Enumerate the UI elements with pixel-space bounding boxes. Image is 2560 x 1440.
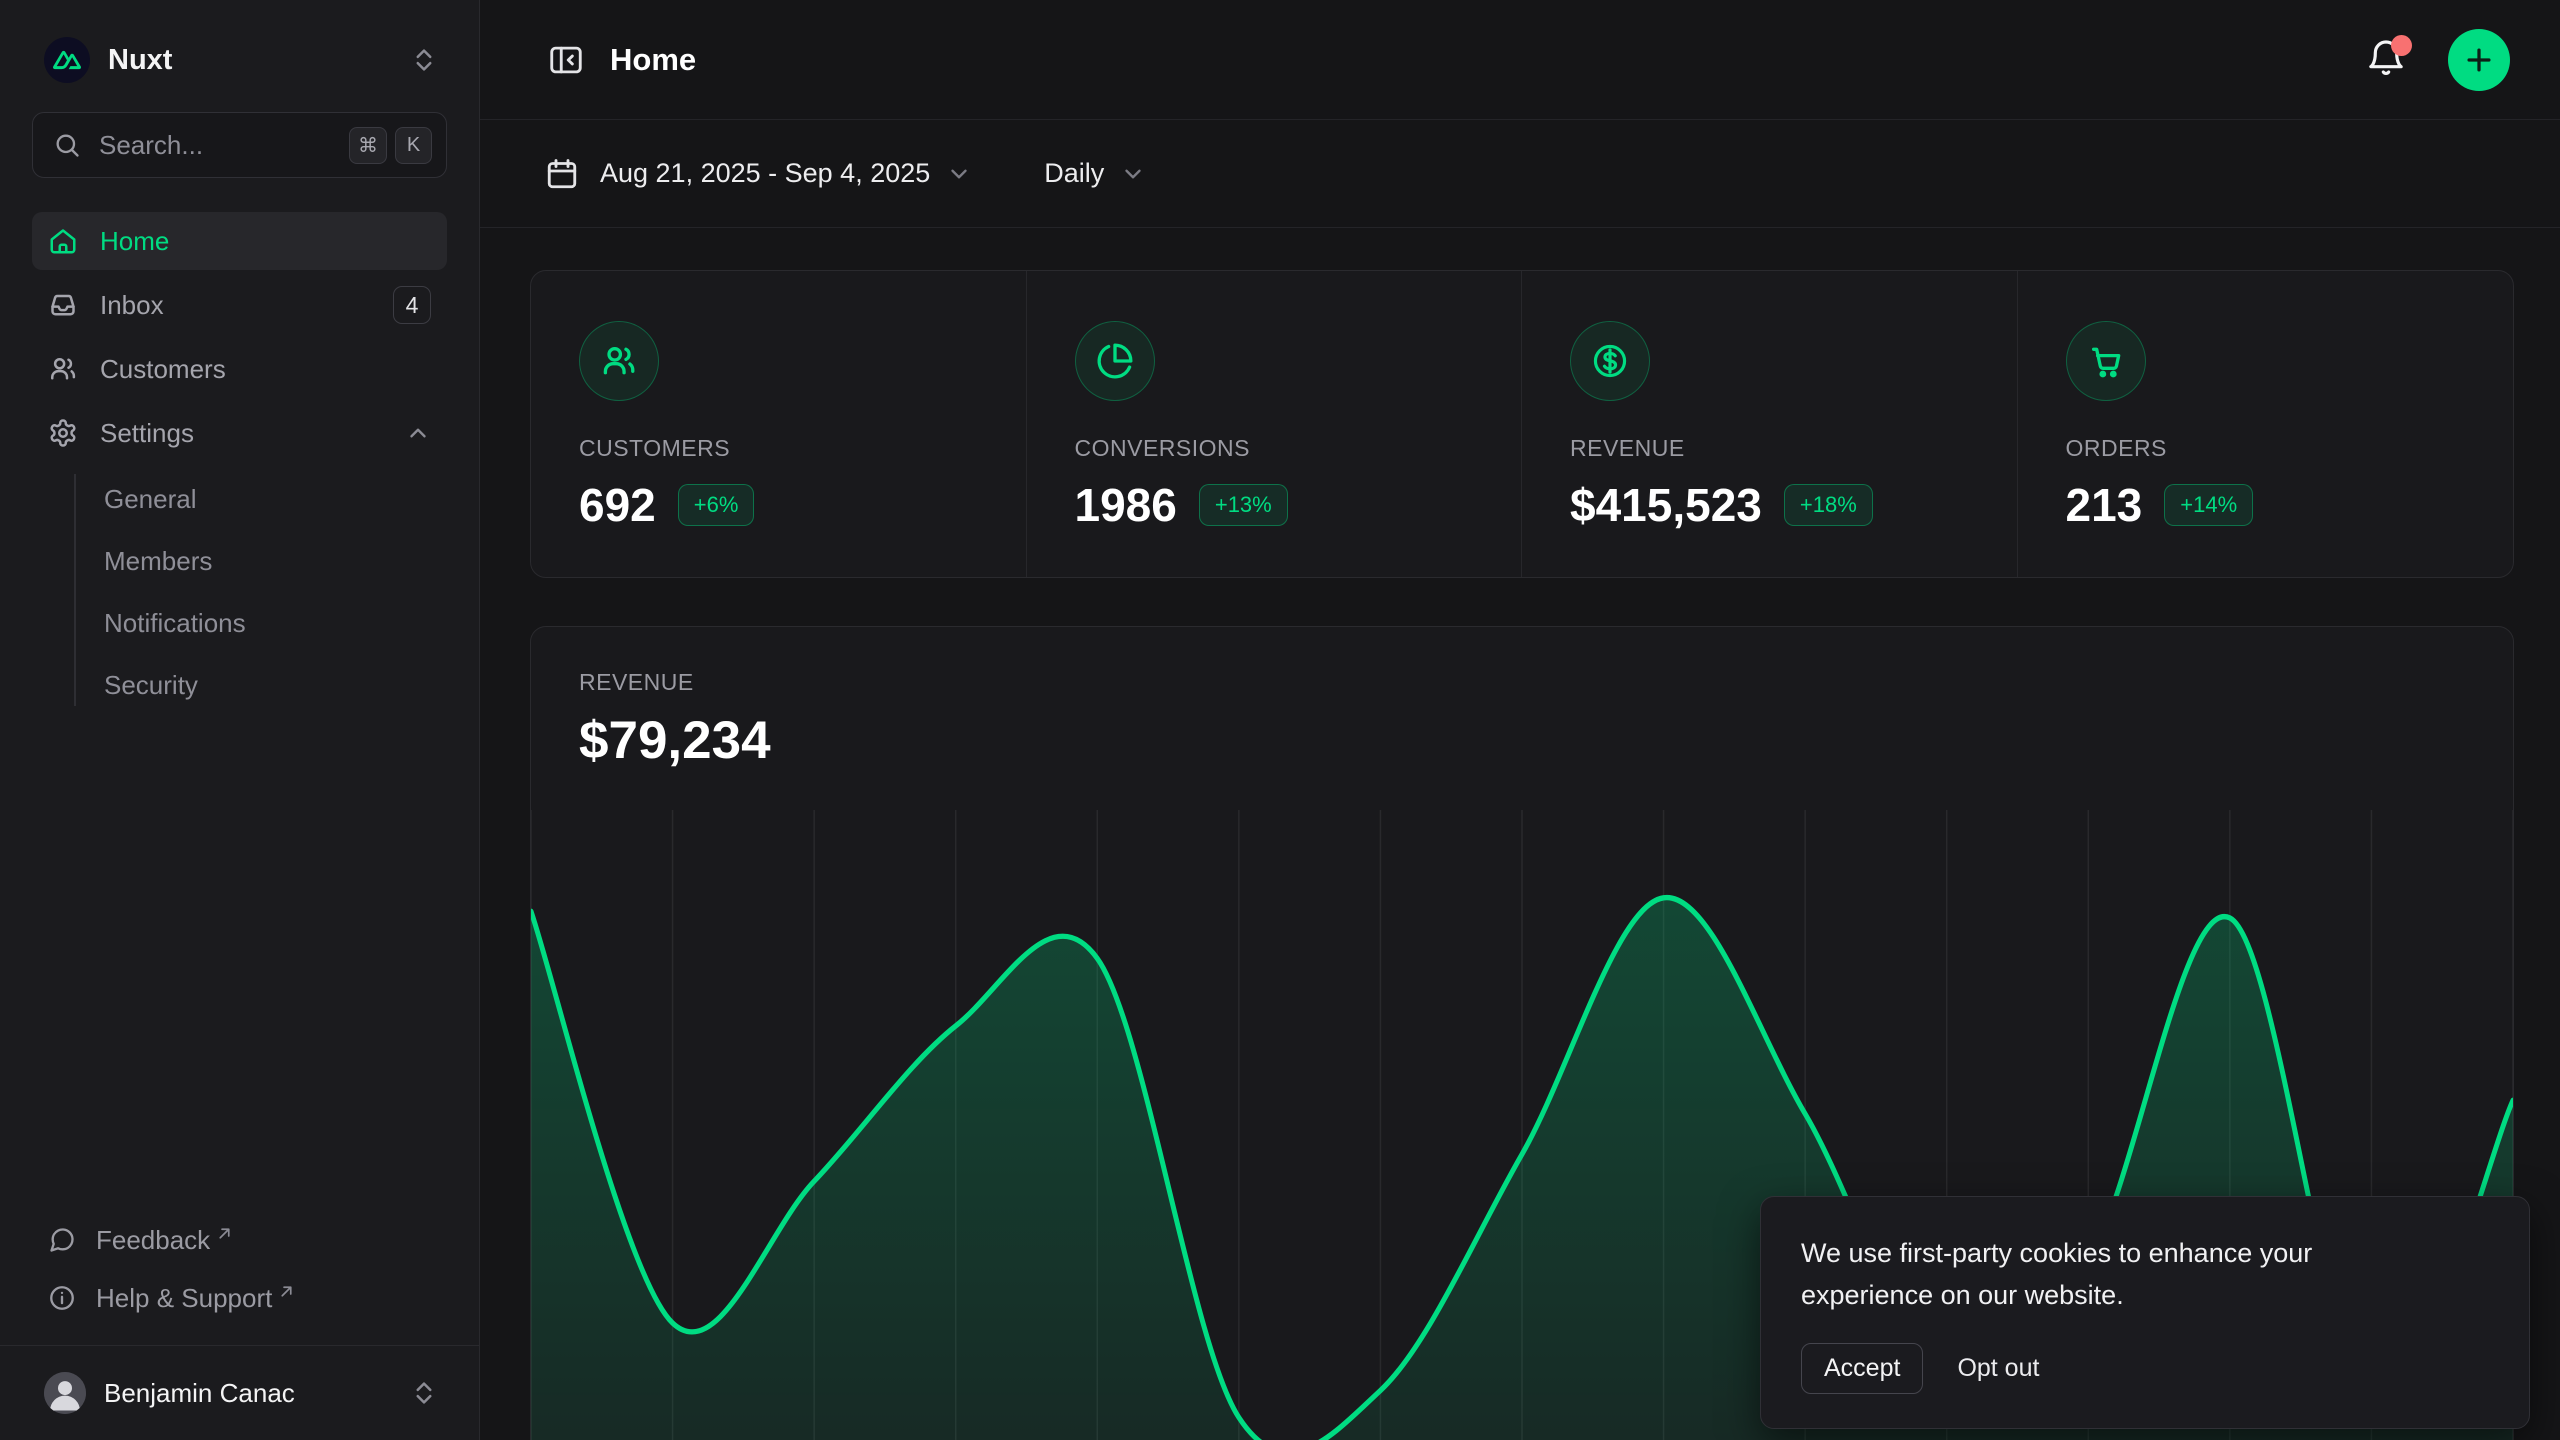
calendar-icon	[544, 156, 580, 192]
header: Home	[480, 0, 2560, 120]
stat-delta-badge: +13%	[1199, 484, 1288, 526]
date-range-value: Aug 21, 2025 - Sep 4, 2025	[600, 158, 930, 189]
org-switcher[interactable]: Nuxt	[32, 24, 447, 96]
org-name: Nuxt	[108, 44, 409, 77]
external-link-icon	[278, 1283, 295, 1300]
feedback-link[interactable]: Feedback	[32, 1211, 447, 1269]
users-icon	[600, 342, 638, 380]
stat-icon-badge	[2066, 321, 2146, 401]
notification-dot	[2391, 35, 2412, 56]
stat-delta-badge: +18%	[1784, 484, 1873, 526]
cart-icon	[2087, 342, 2125, 380]
stat-label: CONVERSIONS	[1075, 435, 1474, 462]
kbd-cmd: ⌘	[349, 127, 387, 164]
sidebar-item-customers[interactable]: Customers	[32, 340, 447, 398]
kbd-k: K	[395, 127, 432, 164]
interval-select[interactable]: Daily	[1044, 158, 1146, 189]
chevron-down-icon	[1120, 161, 1146, 187]
stat-icon-badge	[1075, 321, 1155, 401]
page-title: Home	[610, 42, 696, 78]
home-icon	[48, 226, 78, 256]
user-strip: Benjamin Canac	[0, 1345, 479, 1440]
revenue-chart-label: REVENUE	[579, 669, 2465, 696]
nuxt-logo-icon	[44, 37, 90, 83]
help-support-label: Help & Support	[96, 1283, 272, 1314]
help-support-link[interactable]: Help & Support	[32, 1269, 447, 1327]
header-actions	[2366, 29, 2510, 91]
user-name: Benjamin Canac	[104, 1378, 409, 1409]
inbox-count-badge: 4	[393, 286, 431, 324]
stat-icon-badge	[579, 321, 659, 401]
cookie-banner: We use first-party cookies to enhance yo…	[1760, 1196, 2530, 1429]
search-placeholder: Search...	[99, 130, 341, 161]
sidebar-item-inbox[interactable]: Inbox 4	[32, 276, 447, 334]
chevron-up-icon	[405, 420, 431, 446]
stat-customers[interactable]: CUSTOMERS 692 +6%	[531, 271, 1027, 578]
stat-conversions[interactable]: CONVERSIONS 1986 +13%	[1027, 271, 1523, 578]
sidebar-nav: Home Inbox 4 Customers Settings General …	[32, 212, 447, 716]
sidebar-collapse-button[interactable]	[544, 38, 588, 82]
gear-icon	[48, 418, 78, 448]
add-button[interactable]	[2448, 29, 2510, 91]
chevrons-up-down-icon	[409, 45, 439, 75]
sidebar-item-label: Inbox	[100, 290, 393, 321]
sidebar-item-home[interactable]: Home	[32, 212, 447, 270]
stat-orders[interactable]: ORDERS 213 +14%	[2018, 271, 2514, 578]
sidebar: Nuxt Search... ⌘ K Home Inbox 4 Customer…	[0, 0, 480, 1440]
stats-card: CUSTOMERS 692 +6% CONVERSIONS 1986 +13%	[530, 270, 2514, 578]
feedback-label: Feedback	[96, 1225, 210, 1256]
chevron-down-icon	[946, 161, 972, 187]
sidebar-item-members[interactable]: Members	[104, 530, 447, 592]
toolbar: Aug 21, 2025 - Sep 4, 2025 Daily	[480, 120, 2560, 228]
cookie-actions: Accept Opt out	[1801, 1343, 2489, 1394]
search-input[interactable]: Search... ⌘ K	[32, 112, 447, 178]
stat-label: REVENUE	[1570, 435, 1969, 462]
avatar	[44, 1372, 86, 1414]
cookie-message: We use first-party cookies to enhance yo…	[1801, 1233, 2401, 1317]
revenue-chart-total: $79,234	[579, 710, 2465, 771]
settings-sub-list: General Members Notifications Security	[32, 468, 447, 716]
sidebar-item-notifications[interactable]: Notifications	[104, 592, 447, 654]
revenue-chart-header: REVENUE $79,234	[531, 627, 2513, 771]
sidebar-item-label: Settings	[100, 418, 405, 449]
stat-label: ORDERS	[2066, 435, 2466, 462]
stat-icon-badge	[1570, 321, 1650, 401]
stat-value: 692	[579, 478, 656, 532]
sidebar-item-general[interactable]: General	[104, 468, 447, 530]
stat-value: 1986	[1075, 478, 1177, 532]
sidebar-item-settings[interactable]: Settings	[32, 404, 447, 462]
notifications-button[interactable]	[2366, 37, 2412, 83]
sidebar-item-security[interactable]: Security	[104, 654, 447, 716]
user-menu[interactable]: Benjamin Canac	[32, 1360, 447, 1426]
panel-left-collapse-icon	[547, 41, 585, 79]
sidebar-footer: Feedback Help & Support Benjamin Canac	[32, 1211, 447, 1440]
pie-chart-icon	[1096, 342, 1134, 380]
external-link-icon	[216, 1225, 233, 1242]
opt-out-button[interactable]: Opt out	[1957, 1354, 2039, 1383]
chevrons-up-down-icon	[409, 1378, 439, 1408]
plus-icon	[2462, 43, 2496, 77]
dollar-circle-icon	[1591, 342, 1629, 380]
stat-revenue[interactable]: REVENUE $415,523 +18%	[1522, 271, 2018, 578]
stat-label: CUSTOMERS	[579, 435, 978, 462]
stat-value: 213	[2066, 478, 2143, 532]
accept-button[interactable]: Accept	[1801, 1343, 1923, 1394]
chat-bubble-icon	[48, 1226, 76, 1254]
interval-value: Daily	[1044, 158, 1104, 189]
sidebar-item-label: Home	[100, 226, 431, 257]
stat-delta-badge: +14%	[2164, 484, 2253, 526]
stat-delta-badge: +6%	[678, 484, 755, 526]
users-icon	[48, 354, 78, 384]
stat-value: $415,523	[1570, 478, 1762, 532]
date-range-picker[interactable]: Aug 21, 2025 - Sep 4, 2025	[544, 156, 972, 192]
sidebar-item-label: Customers	[100, 354, 431, 385]
info-circle-icon	[48, 1284, 76, 1312]
search-icon	[53, 131, 81, 159]
inbox-icon	[48, 290, 78, 320]
